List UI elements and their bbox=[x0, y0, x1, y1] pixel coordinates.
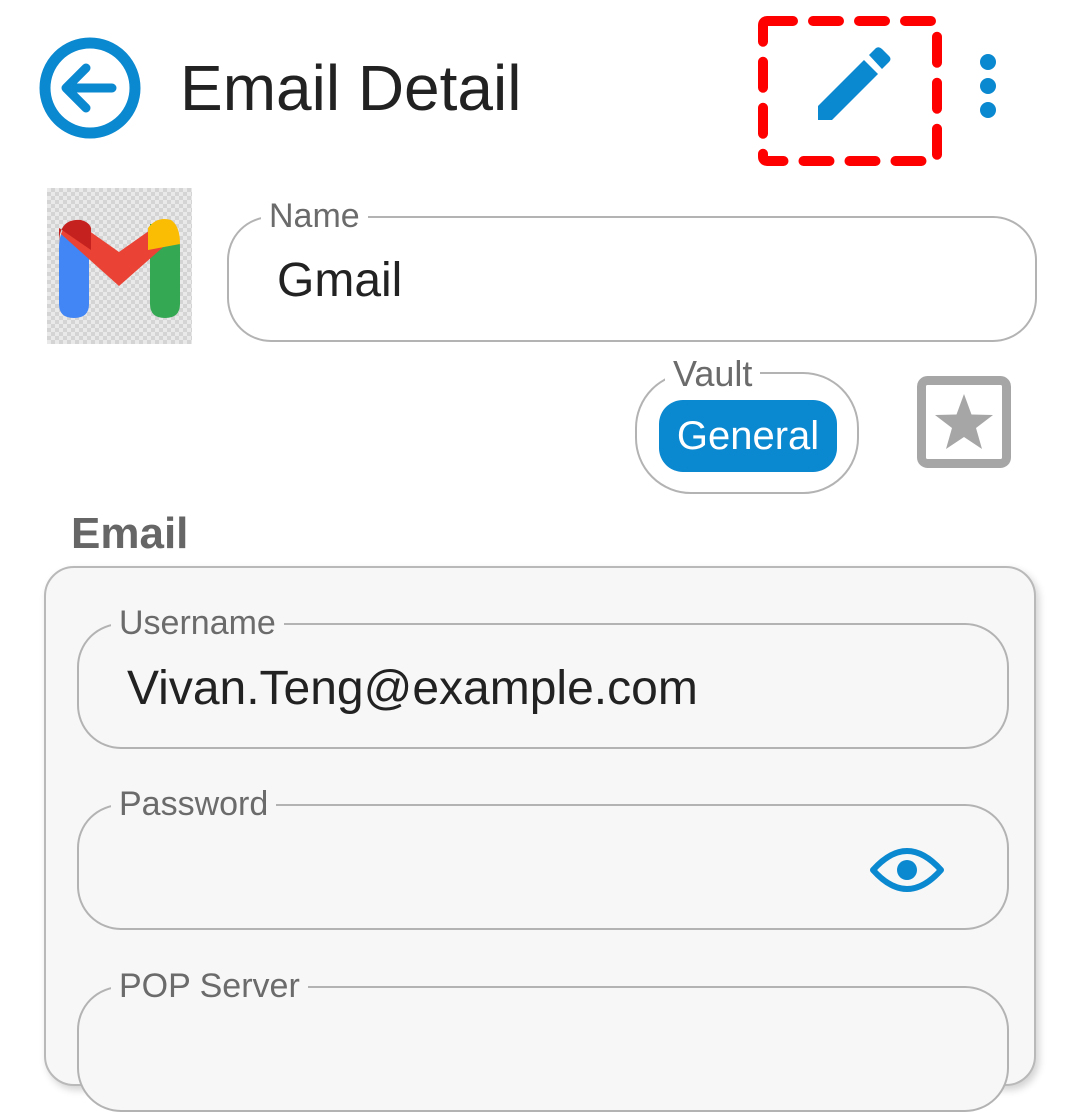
eye-icon bbox=[870, 848, 944, 892]
favorite-toggle[interactable] bbox=[917, 376, 1011, 468]
vault-field: Vault General bbox=[635, 352, 859, 494]
pencil-icon bbox=[818, 47, 891, 120]
username-label: Username bbox=[111, 601, 284, 645]
pop-server-field[interactable]: POP Server bbox=[77, 964, 1009, 1112]
gmail-logo-icon bbox=[47, 188, 192, 344]
more-vertical-icon bbox=[980, 54, 996, 118]
vault-label: Vault bbox=[665, 352, 761, 396]
username-value: Vivan.Teng@example.com bbox=[127, 662, 698, 715]
password-field[interactable]: Password bbox=[77, 782, 1009, 930]
password-label: Password bbox=[111, 782, 277, 826]
vault-chip[interactable]: General bbox=[659, 400, 837, 472]
arrow-left-circle-icon bbox=[39, 37, 141, 139]
name-value: Gmail bbox=[277, 254, 403, 307]
toggle-password-visibility-button[interactable] bbox=[869, 846, 945, 894]
name-field[interactable]: Name Gmail bbox=[227, 194, 1037, 342]
page-title: Email Detail bbox=[180, 52, 522, 124]
edit-button[interactable] bbox=[758, 16, 942, 166]
more-options-button[interactable] bbox=[966, 46, 1010, 126]
section-title-email: Email bbox=[71, 509, 189, 558]
back-button[interactable] bbox=[38, 36, 142, 140]
pop-server-label: POP Server bbox=[111, 964, 308, 1008]
username-field[interactable]: Username Vivan.Teng@example.com bbox=[77, 601, 1009, 749]
star-icon bbox=[917, 376, 1011, 468]
name-label: Name bbox=[261, 194, 368, 238]
email-section-card: Username Vivan.Teng@example.com Password… bbox=[44, 566, 1036, 1112]
